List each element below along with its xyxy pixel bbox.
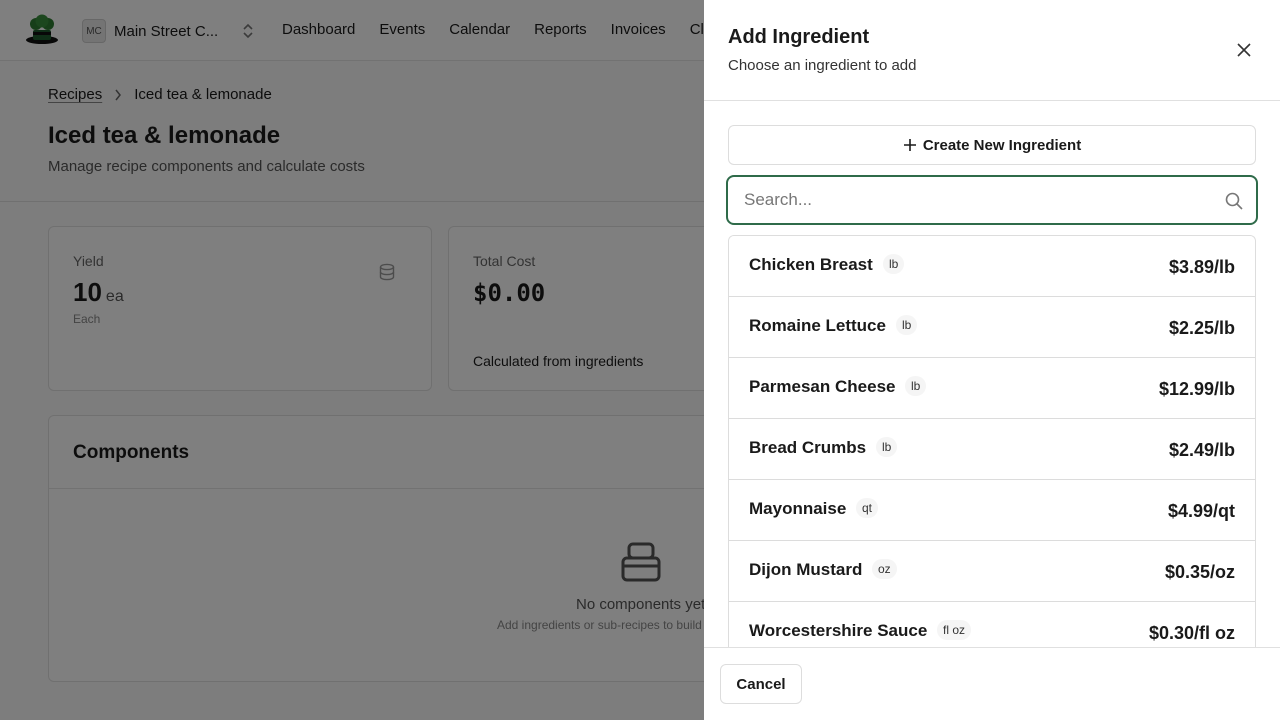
ingredient-price: $2.49/lb	[1168, 440, 1235, 460]
ingredient-list-item[interactable]: Mayonnaise qt $4.99/qt	[729, 480, 1255, 541]
ingredient-list: Chicken Breast lb $3.89/lb Romaine Lettuce l…	[728, 235, 1256, 647]
plus-icon	[903, 139, 916, 151]
ingredient-price: $3.89/lb	[1168, 257, 1235, 277]
ingredient-name: Mayonnaise	[749, 499, 847, 518]
close-button[interactable]	[1232, 38, 1256, 62]
ingredient-name: Chicken Breast	[749, 255, 873, 274]
ingredient-list-item[interactable]: Chicken Breast lb $3.89/lb	[729, 236, 1255, 297]
ingredient-unit-badge: fl oz	[937, 620, 972, 640]
ingredient-list-item[interactable]: Dijon Mustard oz $0.35/oz	[729, 541, 1255, 602]
ingredient-unit-badge: lb	[876, 437, 898, 457]
ingredient-price: $0.35/oz	[1164, 562, 1235, 582]
ingredient-price: $4.99/qt	[1167, 501, 1235, 521]
ingredient-unit-badge: oz	[872, 559, 897, 579]
ingredient-unit-badge: lb	[883, 254, 905, 274]
ingredient-unit-badge: lb	[905, 376, 927, 396]
ingredient-name: Romaine Lettuce	[749, 316, 886, 335]
create-new-ingredient-label: Create New Ingredient	[922, 136, 1082, 154]
search-input[interactable]	[744, 177, 1214, 223]
add-ingredient-drawer: Add Ingredient Choose an ingredient to a…	[704, 0, 1280, 720]
drawer-header-divider	[704, 100, 1280, 101]
ingredient-price: $0.30/fl oz	[1148, 623, 1235, 643]
ingredient-price: $12.99/lb	[1158, 379, 1235, 399]
cancel-button[interactable]: Cancel	[720, 664, 802, 704]
ingredient-name: Worcestershire Sauce	[749, 621, 928, 640]
create-new-ingredient-button[interactable]: Create New Ingredient	[728, 125, 1256, 165]
ingredient-list-item[interactable]: Romaine Lettuce lb $2.25/lb	[729, 297, 1255, 358]
drawer-title: Add Ingredient	[728, 26, 870, 48]
ingredient-name: Dijon Mustard	[749, 560, 863, 579]
ingredient-list-item[interactable]: Worcestershire Sauce fl oz $0.30/fl oz	[729, 602, 1255, 647]
ingredient-unit-badge: lb	[896, 315, 918, 335]
drawer-footer: Cancel	[704, 647, 1280, 720]
ingredient-name: Parmesan Cheese	[749, 377, 896, 396]
ingredient-price: $2.25/lb	[1168, 318, 1235, 338]
search-field	[726, 175, 1258, 225]
ingredient-list-item[interactable]: Parmesan Cheese lb $12.99/lb	[729, 358, 1255, 419]
close-icon	[1237, 43, 1251, 57]
drawer-subtitle: Choose an ingredient to add	[728, 57, 917, 74]
ingredient-name: Bread Crumbs	[749, 438, 867, 457]
ingredient-list-item[interactable]: Bread Crumbs lb $2.49/lb	[729, 419, 1255, 480]
search-icon	[1225, 192, 1243, 210]
ingredient-unit-badge: qt	[856, 498, 879, 518]
